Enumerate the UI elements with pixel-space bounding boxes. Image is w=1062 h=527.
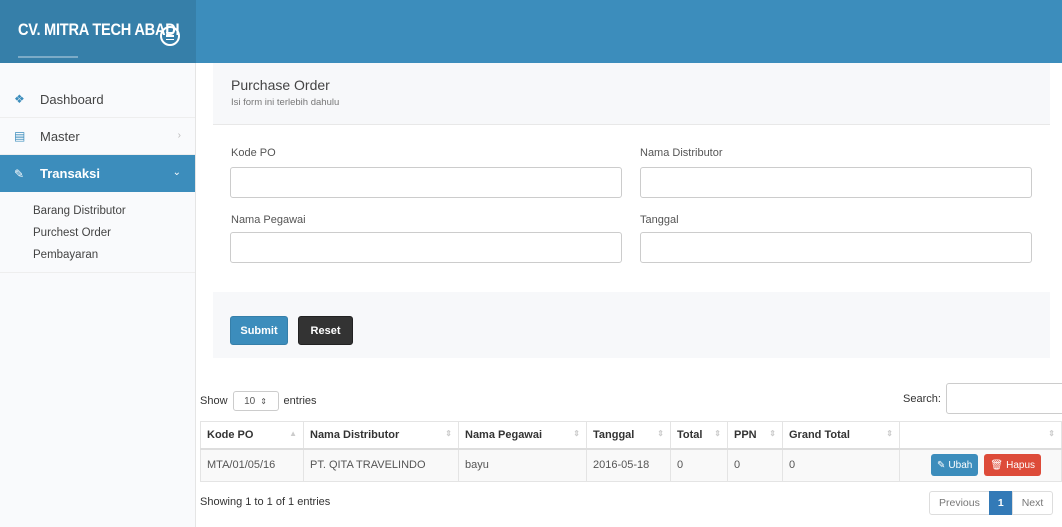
cell-nama-distributor: PT. QITA TRAVELINDO xyxy=(303,448,459,482)
tanggal-input[interactable] xyxy=(640,232,1032,263)
column-header-grand-total[interactable]: Grand Total ⇕ xyxy=(782,421,900,450)
entries-length-select[interactable]: 10 ⇕ xyxy=(232,391,279,411)
edit-icon: ✎ xyxy=(14,166,25,181)
cell-grand-total: 0 xyxy=(782,448,900,482)
edit-button-label: Ubah xyxy=(948,459,973,471)
purchase-order-form-box: Purchase Order Isi form ini terlebih dah… xyxy=(213,63,1050,358)
top-navbar: CV. MITRA TECH ABADI xyxy=(0,0,1062,63)
table-header-row: Kode PO ▲ Nama Distributor ⇕ Nama Pegawai ⇕… xyxy=(200,421,1062,450)
sort-icon: ⇕ xyxy=(886,429,893,438)
edit-button[interactable]: ✎ Ubah xyxy=(931,454,979,477)
cell-tanggal: 2016-05-18 xyxy=(586,448,671,482)
column-header-nama-distributor[interactable]: Nama Distributor ⇕ xyxy=(303,421,459,450)
delete-button[interactable]: 🗑 Hapus xyxy=(984,454,1041,477)
entries-value: 10 xyxy=(244,395,256,407)
search-label: Search: xyxy=(903,392,941,405)
main-content: Purchase Order Isi form ini terlebih dah… xyxy=(196,63,1062,527)
cell-ppn: 0 xyxy=(727,448,783,482)
column-header-nama-pegawai[interactable]: Nama Pegawai ⇕ xyxy=(458,421,587,450)
pagination-previous[interactable]: Previous xyxy=(929,491,990,515)
column-header-kode-po[interactable]: Kode PO ▲ xyxy=(200,421,304,450)
kode-po-input[interactable] xyxy=(230,167,622,198)
cell-total: 0 xyxy=(670,448,728,482)
submit-button[interactable]: Submit xyxy=(230,316,288,345)
search-input[interactable] xyxy=(945,383,1062,414)
tanggal-label: Tanggal xyxy=(640,214,679,226)
brand-logo[interactable]: CV. MITRA TECH ABADI xyxy=(18,20,180,40)
column-header-total[interactable]: Total ⇕ xyxy=(670,421,728,450)
entries-label: entries xyxy=(283,395,317,407)
sort-icon: ⇕ xyxy=(445,429,452,438)
sort-icon: ⇕ xyxy=(714,429,721,438)
sort-icon: ⇕ xyxy=(1048,429,1055,438)
sort-icon: ⇕ xyxy=(769,429,776,438)
column-header-actions[interactable]: ⇕ xyxy=(899,421,1062,450)
bank-icon: ▤ xyxy=(14,129,26,143)
table-search: Search: xyxy=(903,383,1062,414)
nama-distributor-input[interactable] xyxy=(640,167,1032,198)
chevron-right-icon: › xyxy=(177,130,181,141)
brand-underline xyxy=(18,56,78,58)
sidebar-subitem-barang-distributor[interactable]: Barang Distributor xyxy=(0,200,195,222)
nama-distributor-label: Nama Distributor xyxy=(640,147,723,159)
cell-kode-po: MTA/01/05/16 xyxy=(200,448,304,482)
form-body: Kode PO Nama Distributor Nama Pegawai Ta… xyxy=(213,125,1050,292)
pagination-next[interactable]: Next xyxy=(1011,491,1054,515)
form-footer: Submit Reset xyxy=(213,292,1050,358)
sidebar-item-dashboard[interactable]: ❖ Dashboard xyxy=(0,81,195,118)
purchase-order-table: Kode PO ▲ Nama Distributor ⇕ Nama Pegawai ⇕… xyxy=(200,421,1062,482)
cell-actions: ✎ Ubah 🗑 Hapus xyxy=(899,448,1062,482)
sort-icon: ⇕ xyxy=(573,429,580,438)
sidebar-subitem-purchest-order[interactable]: Purchest Order xyxy=(0,222,195,244)
chevron-down-icon: ⌄ xyxy=(172,167,181,178)
box-header: Purchase Order Isi form ini terlebih dah… xyxy=(213,63,1050,125)
brand-area: CV. MITRA TECH ABADI xyxy=(0,0,196,63)
sidebar: ❖ Dashboard ▤ Master › ✎ Transaksi ⌄ Bar… xyxy=(0,63,196,527)
sort-icon: ⇕ xyxy=(657,429,664,438)
home-icon: ❖ xyxy=(14,92,25,106)
sidebar-item-label: Transaksi xyxy=(40,166,100,181)
pagination-page-1[interactable]: 1 xyxy=(988,491,1013,515)
select-arrows-icon: ⇕ xyxy=(260,396,267,406)
nama-pegawai-label: Nama Pegawai xyxy=(231,214,306,226)
show-entries-control: Show 10 ⇕ entries xyxy=(200,391,317,411)
sidebar-item-transaksi[interactable]: ✎ Transaksi ⌄ xyxy=(0,155,195,192)
sidebar-item-master[interactable]: ▤ Master › xyxy=(0,118,195,155)
menu-toggle-icon[interactable] xyxy=(160,26,180,46)
show-label: Show xyxy=(200,395,228,407)
kode-po-label: Kode PO xyxy=(231,147,276,159)
table-row: MTA/01/05/16 PT. QITA TRAVELINDO bayu 20… xyxy=(200,448,1062,482)
table-info: Showing 1 to 1 of 1 entries xyxy=(200,496,331,508)
reset-button[interactable]: Reset xyxy=(298,316,353,345)
column-header-tanggal[interactable]: Tanggal ⇕ xyxy=(586,421,671,450)
trash-icon: 🗑 xyxy=(990,459,1004,471)
sidebar-item-label: Master xyxy=(40,128,80,144)
cell-nama-pegawai: bayu xyxy=(458,448,587,482)
delete-button-label: Hapus xyxy=(1006,459,1035,471)
sidebar-item-label: Dashboard xyxy=(40,91,104,107)
sidebar-submenu: Barang Distributor Purchest Order Pembay… xyxy=(0,192,195,273)
column-header-ppn[interactable]: PPN ⇕ xyxy=(727,421,783,450)
nama-pegawai-input[interactable] xyxy=(230,232,622,263)
page-title: Purchase Order xyxy=(231,77,330,93)
page-subtitle: Isi form ini terlebih dahulu xyxy=(231,97,340,108)
pagination: Previous 1 Next xyxy=(929,491,1054,515)
sidebar-subitem-pembayaran[interactable]: Pembayaran xyxy=(0,244,195,266)
sort-asc-icon: ▲ xyxy=(289,429,297,438)
edit-icon: ✎ xyxy=(937,459,946,471)
